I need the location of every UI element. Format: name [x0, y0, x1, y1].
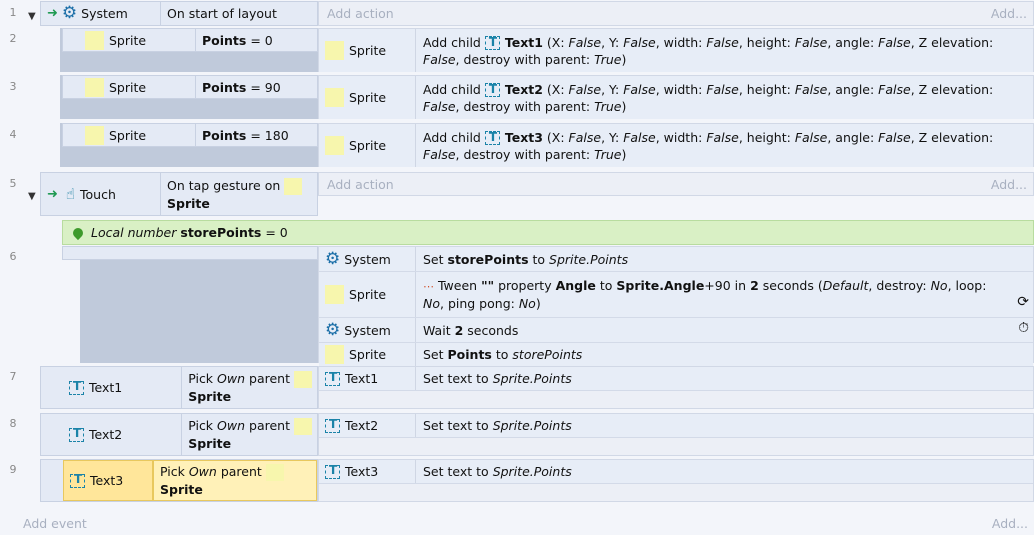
event-6-action-2[interactable]: Sprite ⋯ Tween "" property Angle to Spri…: [319, 272, 1033, 318]
event-4-actions[interactable]: Sprite Add child Text3 (X: False, Y: Fal…: [318, 123, 1034, 167]
text-object-icon: [69, 379, 84, 395]
add-event-link[interactable]: Add event: [23, 516, 87, 531]
sprite-icon: [284, 177, 303, 195]
event-9-actions[interactable]: Text3 Set text to Sprite.Points: [318, 459, 1034, 502]
event-5-condition[interactable]: ➜ ☝ Touch On tap gesture on Sprite: [40, 172, 318, 216]
line-number: 7: [9, 370, 17, 383]
event-1-object: ➜ ⚙ System: [41, 2, 161, 25]
event-1-condition[interactable]: ➜ ⚙ System On start of layout: [40, 1, 318, 26]
event-7-object: Text1: [41, 367, 183, 408]
async-refresh-icon: ⟳: [1017, 294, 1029, 310]
add-dots-link[interactable]: Add...: [991, 177, 1027, 192]
event-2-actions[interactable]: Sprite Add child Text1 (X: False, Y: Fal…: [318, 28, 1034, 72]
line-number: 6: [9, 250, 17, 263]
event-7-actions[interactable]: Text1 Set text to Sprite.Points: [318, 366, 1034, 409]
text-object-icon: [484, 81, 500, 98]
text-object-icon: [484, 34, 500, 51]
event-8-object: Text2: [41, 414, 183, 455]
event-9-action[interactable]: Text3 Set text to Sprite.Points: [319, 460, 1033, 484]
event-7-condition[interactable]: Text1 Pick Own parent Sprite: [40, 366, 318, 409]
event-2-action[interactable]: Sprite Add child Text1 (X: False, Y: Fal…: [319, 29, 1033, 72]
sprite-icon: [294, 418, 312, 435]
event-8-action[interactable]: Text2 Set text to Sprite.Points: [319, 414, 1033, 438]
tween-icon: ⋯: [423, 280, 434, 293]
sprite-icon: [325, 136, 344, 155]
line-number: 2: [9, 32, 17, 45]
sprite-icon: [325, 345, 344, 364]
text-object-icon: [325, 417, 340, 433]
event-4-action[interactable]: Sprite Add child Text3 (X: False, Y: Fal…: [319, 124, 1033, 167]
sprite-icon: [325, 285, 344, 304]
system-gear-icon: ⚙: [61, 3, 78, 23]
event-8-condition[interactable]: Text2 Pick Own parent Sprite: [40, 413, 318, 456]
event-1-actions[interactable]: Add action Add...: [318, 1, 1034, 26]
event-3-condition[interactable]: Sprite Points = 90: [62, 75, 318, 99]
event-6-actions[interactable]: ⚙ System Set storePoints to Sprite.Points…: [318, 246, 1034, 366]
event-9-object[interactable]: Text3: [63, 460, 153, 501]
event-4-condition[interactable]: Sprite Points = 180: [62, 123, 318, 147]
event-7-action[interactable]: Text1 Set text to Sprite.Points: [319, 367, 1033, 391]
collapse-toggle[interactable]: ▼: [28, 7, 36, 22]
event-9-condition[interactable]: Pick Own parent Sprite: [153, 460, 317, 501]
line-number: 9: [9, 463, 17, 476]
sprite-icon: [325, 41, 344, 60]
event-1-condition-text: On start of layout: [167, 6, 277, 21]
line-number: 1: [9, 6, 17, 19]
event-6-condition-block[interactable]: [80, 246, 318, 363]
text-object-icon: [70, 472, 85, 488]
sprite-icon: [325, 88, 344, 107]
add-dots-link[interactable]: Add...: [991, 6, 1027, 21]
line-number: 3: [9, 80, 17, 93]
event-4-object: Sprite: [63, 124, 196, 146]
text-object-icon: [69, 426, 84, 442]
text-object-icon: [484, 129, 500, 146]
stopwatch-icon: ⏱: [1018, 320, 1029, 336]
event-6-action-3[interactable]: ⚙ System Wait 2 seconds ⏱: [319, 318, 1033, 343]
add-action-link[interactable]: Add action: [327, 6, 394, 21]
event-6-condition[interactable]: [62, 246, 318, 260]
trigger-arrow-icon: ➜: [47, 186, 58, 202]
line-number: 8: [9, 417, 17, 430]
local-variable-row[interactable]: Local number storePoints = 0: [62, 220, 1034, 245]
add-dots-link[interactable]: Add...: [992, 516, 1028, 531]
touch-hand-icon: ☝: [65, 185, 75, 203]
sprite-icon: [85, 125, 104, 145]
sprite-icon: [85, 30, 104, 50]
sprite-icon: [85, 77, 104, 97]
text-object-icon: [325, 463, 340, 479]
add-action-link[interactable]: Add action: [327, 177, 394, 192]
event-3-actions[interactable]: Sprite Add child Text2 (X: False, Y: Fal…: [318, 75, 1034, 119]
line-number: 4: [9, 128, 17, 141]
event-2-object: Sprite: [63, 29, 196, 51]
sprite-icon: [265, 464, 284, 481]
system-gear-icon: ⚙: [325, 319, 341, 340]
event-2-condition[interactable]: Sprite Points = 0: [62, 28, 318, 52]
event-3-action[interactable]: Sprite Add child Text2 (X: False, Y: Fal…: [319, 76, 1033, 119]
trigger-arrow-icon: ➜: [47, 6, 58, 21]
event-5-actions[interactable]: Add action Add...: [318, 172, 1034, 196]
local-variable-pin-icon: [70, 225, 86, 240]
text-object-icon: [325, 370, 340, 386]
event-5-object: ➜ ☝ Touch: [41, 173, 161, 215]
sprite-icon: [294, 371, 312, 388]
line-number: 5: [9, 177, 17, 190]
event-3-object: Sprite: [63, 76, 196, 98]
system-gear-icon: ⚙: [325, 248, 341, 269]
event-6-action-1[interactable]: ⚙ System Set storePoints to Sprite.Points: [319, 247, 1033, 272]
event-8-actions[interactable]: Text2 Set text to Sprite.Points: [318, 413, 1034, 456]
collapse-toggle[interactable]: ▼: [28, 187, 36, 202]
event-6-action-4[interactable]: Sprite Set Points to storePoints: [319, 343, 1033, 366]
